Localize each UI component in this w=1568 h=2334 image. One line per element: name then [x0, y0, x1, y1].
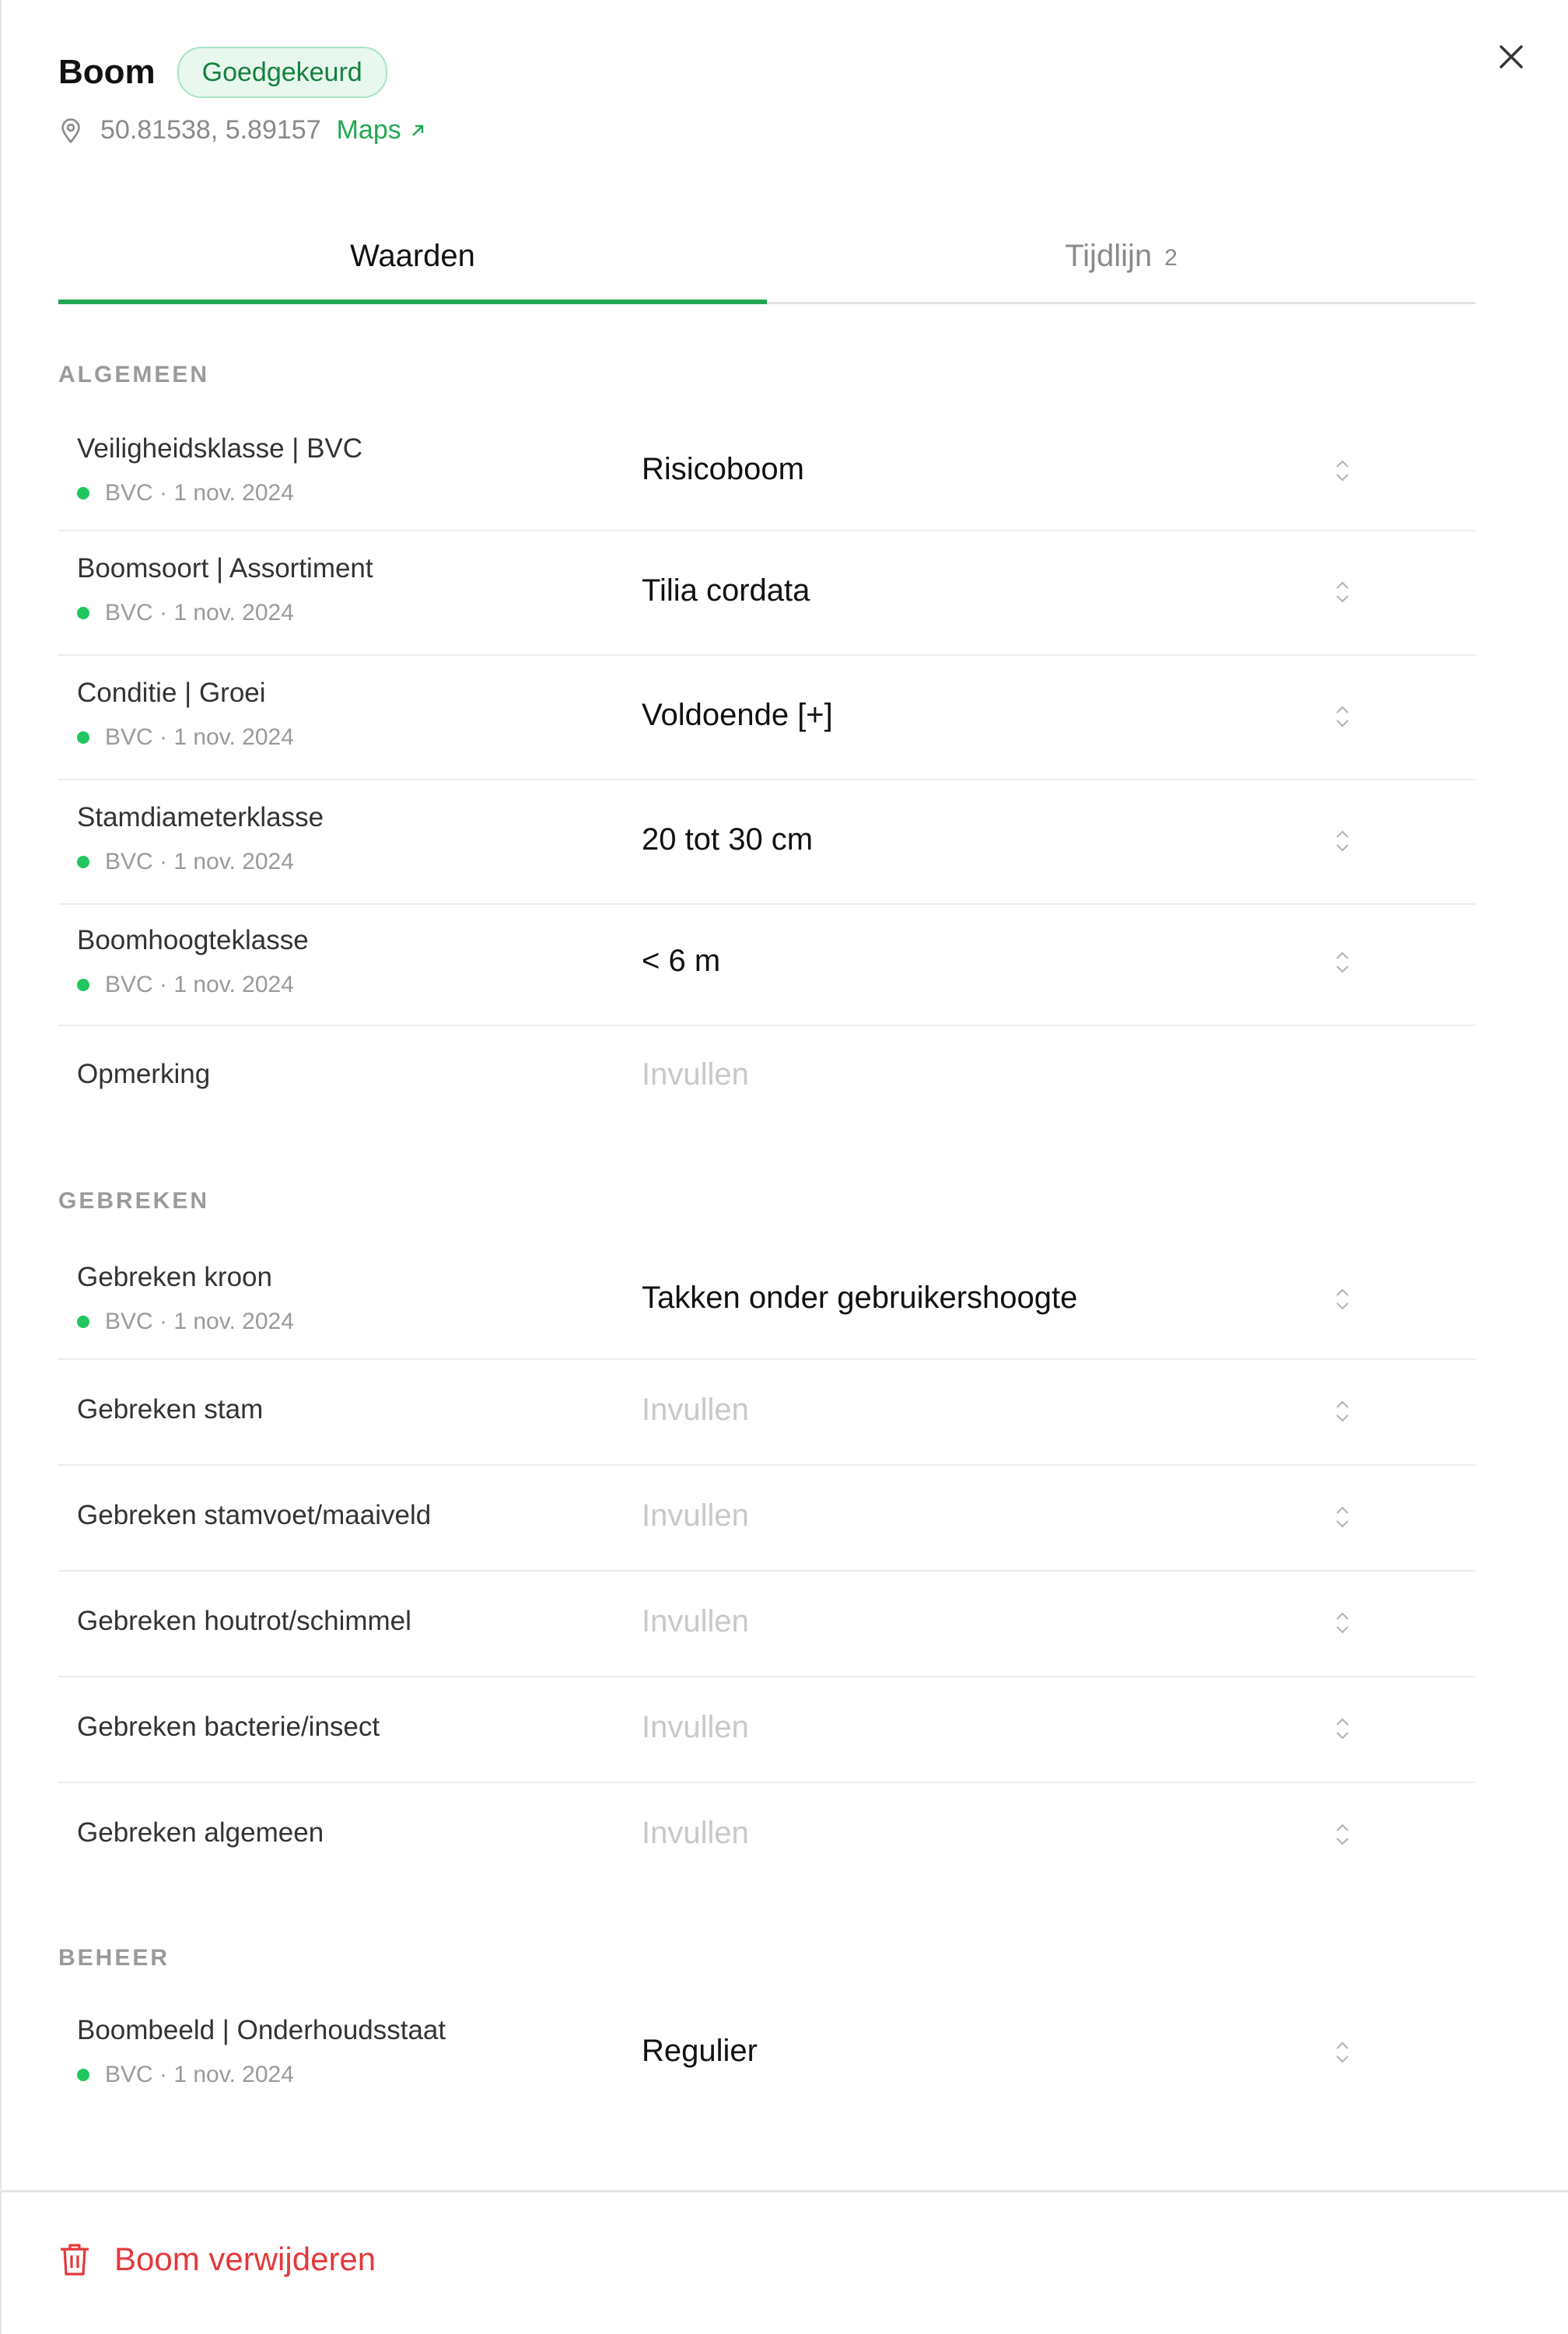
field-label: Opmerking: [77, 1059, 211, 1089]
location-pin-icon: [61, 117, 80, 143]
field-placeholder: Invullen: [642, 1816, 749, 1850]
chevron-updown-icon: [1336, 830, 1349, 852]
field-placeholder: Invullen: [642, 1604, 749, 1638]
tab-tijdlijn[interactable]: Tijdlijn 2: [767, 210, 1475, 302]
field-value: < 6 m: [642, 944, 721, 978]
status-dot: [77, 979, 89, 991]
field-label: Gebreken bacterie/insect: [77, 1712, 380, 1742]
status-dot: [77, 2069, 89, 2081]
chevron-updown-icon: [1336, 1612, 1349, 1634]
field-meta-text: BVC · 1 nov. 2024: [105, 972, 294, 997]
field-row-gebreken-houtrot[interactable]: Gebreken houtrot/schimmel Invullen: [58, 1572, 1475, 1677]
tab-waarden[interactable]: Waarden: [58, 210, 767, 304]
chevron-updown-icon: [1336, 706, 1349, 727]
field-row-gebreken-bacterie[interactable]: Gebreken bacterie/insect Invullen: [58, 1677, 1475, 1783]
field-row-boombeeld[interactable]: Boombeeld | Onderhoudsstaat BVC · 1 nov.…: [58, 2006, 1475, 2111]
field-value: 20 tot 30 cm: [642, 822, 814, 857]
field-value: Tilia cordata: [642, 573, 810, 608]
field-placeholder: Invullen: [642, 1057, 749, 1092]
chevron-updown-icon: [1336, 951, 1349, 973]
field-row-boomsoort[interactable]: Boomsoort | Assortiment BVC · 1 nov. 202…: [58, 531, 1475, 656]
status-dot: [77, 856, 89, 868]
field-meta: BVC · 1 nov. 2024: [77, 724, 294, 751]
field-label: Gebreken stam: [77, 1394, 264, 1425]
status-badge: Goedgekeurd: [177, 47, 387, 98]
coordinates: 50.81538, 5.89157: [100, 115, 321, 145]
field-meta: BVC · 1 nov. 2024: [77, 972, 294, 998]
close-button[interactable]: [1493, 39, 1529, 75]
location-row: 50.81538, 5.89157 Maps: [58, 115, 426, 145]
field-row-gebreken-stam[interactable]: Gebreken stam Invullen: [58, 1360, 1475, 1466]
section-title-algemeen: ALGEMEEN: [58, 362, 210, 387]
section-title-gebreken: GEBREKEN: [58, 1188, 210, 1214]
field-meta-text: BVC · 1 nov. 2024: [105, 724, 294, 750]
delete-label: Boom verwijderen: [114, 2241, 376, 2277]
field-meta: BVC · 1 nov. 2024: [77, 849, 294, 875]
status-dot: [77, 607, 89, 619]
field-value: Voldoende [+]: [642, 698, 833, 732]
chevron-updown-icon: [1336, 460, 1349, 482]
panel-edge: [0, 0, 2, 2334]
field-label: Gebreken kroon: [77, 1262, 272, 1292]
field-meta-text: BVC · 1 nov. 2024: [105, 480, 294, 506]
field-label: Boombeeld | Onderhoudsstaat: [77, 2015, 446, 2045]
tab-waarden-label: Waarden: [350, 238, 475, 273]
field-label: Gebreken algemeen: [77, 1817, 324, 1848]
field-row-stamdiameterklasse[interactable]: Stamdiameterklasse BVC · 1 nov. 2024 20 …: [58, 780, 1475, 905]
maps-label: Maps: [336, 115, 401, 145]
field-meta: BVC · 1 nov. 2024: [77, 600, 294, 626]
field-meta-text: BVC · 1 nov. 2024: [105, 1309, 294, 1334]
status-dot: [77, 487, 89, 499]
field-row-boomhoogteklasse[interactable]: Boomhoogteklasse BVC · 1 nov. 2024 < 6 m: [58, 905, 1475, 1026]
field-label: Stamdiameterklasse: [77, 802, 324, 832]
trash-icon: [61, 2244, 89, 2276]
field-meta-text: BVC · 1 nov. 2024: [105, 2062, 294, 2087]
section-title-beheer: BEHEER: [58, 1945, 170, 1971]
delete-tree-button[interactable]: Boom verwijderen: [58, 2241, 376, 2278]
chevron-updown-icon: [1336, 1506, 1349, 1528]
field-row-gebreken-kroon[interactable]: Gebreken kroon BVC · 1 nov. 2024 Takken …: [58, 1253, 1475, 1360]
maps-link[interactable]: Maps: [337, 115, 426, 145]
close-icon: [1500, 45, 1523, 68]
tab-bar: Waarden Tijdlijn 2: [58, 210, 1475, 304]
field-value: Takken onder gebruikershoogte: [642, 1281, 1078, 1315]
field-placeholder: Invullen: [642, 1393, 749, 1427]
chevron-updown-icon: [1336, 1824, 1349, 1845]
field-placeholder: Invullen: [642, 1710, 749, 1744]
field-meta-text: BVC · 1 nov. 2024: [105, 600, 294, 626]
title-row: Boom Goedgekeurd: [58, 47, 426, 98]
chevron-updown-icon: [1336, 2041, 1349, 2063]
field-row-gebreken-stamvoet[interactable]: Gebreken stamvoet/maaiveld Invullen: [58, 1466, 1475, 1572]
page-title: Boom: [58, 53, 156, 91]
external-arrow-icon: [411, 124, 423, 136]
tab-tijdlijn-label: Tijdlijn: [1065, 238, 1153, 273]
field-row-veiligheidsklasse[interactable]: Veiligheidsklasse | BVC BVC · 1 nov. 202…: [58, 424, 1475, 531]
chevron-updown-icon: [1336, 1400, 1349, 1422]
field-label: Boomsoort | Assortiment: [77, 553, 373, 584]
field-meta: BVC · 1 nov. 2024: [77, 1309, 294, 1335]
field-meta: BVC · 1 nov. 2024: [77, 2062, 294, 2088]
field-label: Gebreken stamvoet/maaiveld: [77, 1500, 432, 1530]
field-row-conditie[interactable]: Conditie | Groei BVC · 1 nov. 2024 Voldo…: [58, 656, 1475, 780]
field-meta-text: BVC · 1 nov. 2024: [105, 849, 294, 874]
chevron-updown-icon: [1336, 1288, 1349, 1310]
field-placeholder: Invullen: [642, 1498, 749, 1533]
status-dot: [77, 731, 89, 744]
field-label: Boomhoogteklasse: [77, 925, 309, 955]
chevron-updown-icon: [1336, 1718, 1349, 1740]
field-row-opmerking[interactable]: Opmerking Invullen: [58, 1026, 1475, 1127]
header: Boom Goedgekeurd 50.81538, 5.89157 Maps: [58, 47, 426, 145]
field-value: Risicoboom: [642, 452, 804, 486]
status-dot: [77, 1316, 89, 1328]
field-meta: BVC · 1 nov. 2024: [77, 480, 294, 506]
field-label: Conditie | Groei: [77, 678, 266, 708]
footer-divider: [0, 2190, 1568, 2192]
chevron-updown-icon: [1336, 581, 1349, 603]
tab-tijdlijn-count: 2: [1164, 245, 1178, 271]
field-label: Gebreken houtrot/schimmel: [77, 1606, 411, 1636]
field-label: Veiligheidsklasse | BVC: [77, 433, 363, 464]
field-value: Regulier: [642, 2034, 758, 2068]
field-row-gebreken-algemeen[interactable]: Gebreken algemeen Invullen: [58, 1783, 1475, 1887]
